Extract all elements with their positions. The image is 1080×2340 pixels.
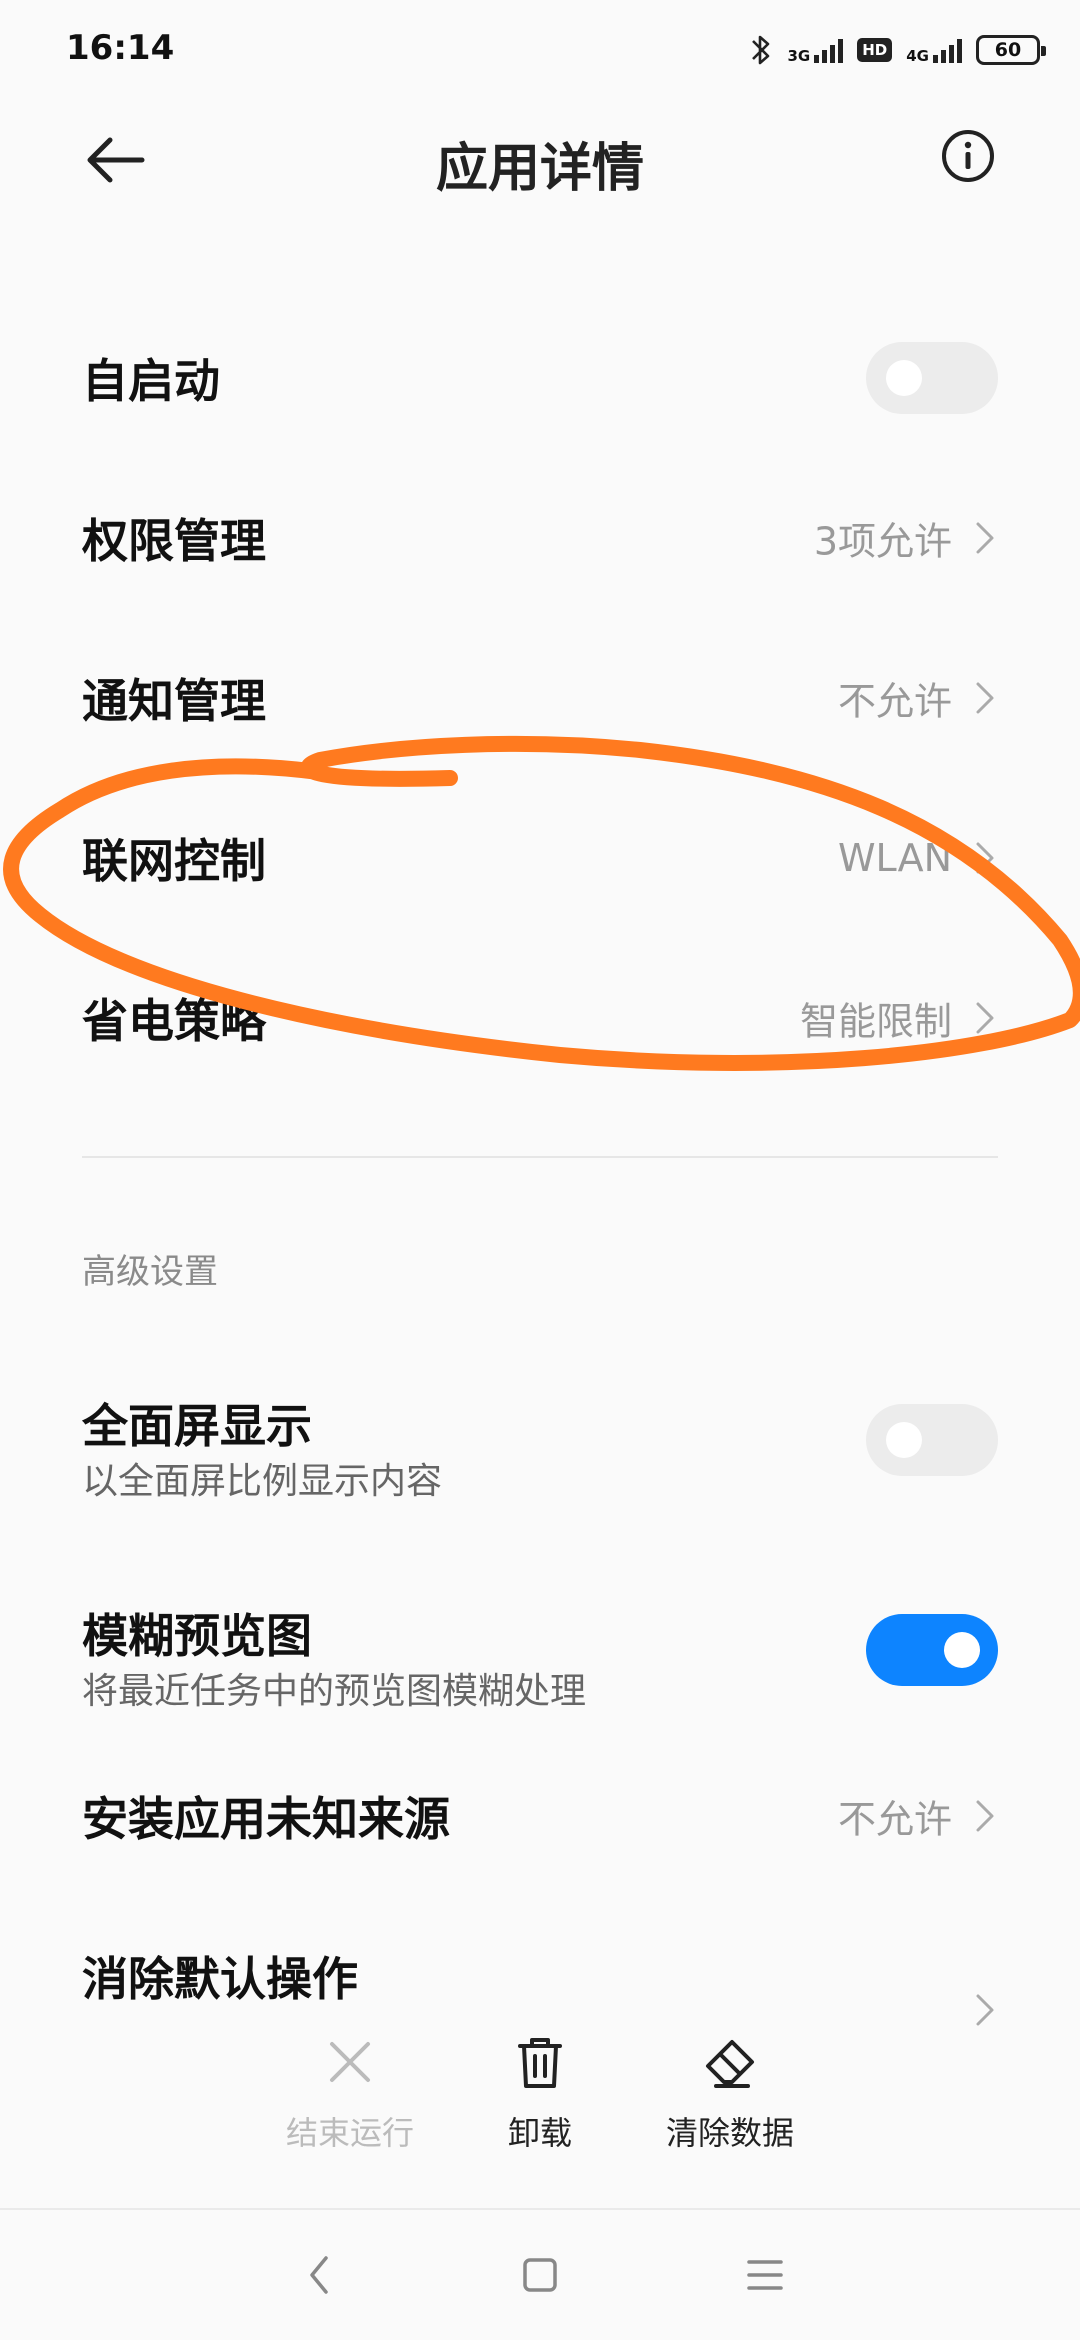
row-label: 模糊预览图 [82, 1609, 312, 1663]
page-title: 应用详情 [435, 139, 644, 199]
status-icons: 3G HD 4G 60 [749, 28, 1046, 72]
clear-data-button[interactable]: 清除数据 [620, 2030, 840, 2154]
chevron-right-icon [976, 682, 994, 714]
section-title-advanced: 高级设置 [82, 1252, 218, 1292]
row-label: 通知管理 [82, 674, 266, 728]
row-value: 智能限制 [799, 999, 952, 1044]
uninstall-button[interactable]: 卸载 [430, 2030, 650, 2154]
chevron-right-icon [976, 1002, 994, 1034]
row-unknown-sources[interactable]: 安装应用未知来源 不允许 [0, 1756, 1080, 1876]
row-label: 安装应用未知来源 [82, 1792, 450, 1846]
nav-menu-icon[interactable] [735, 2250, 795, 2300]
signal-bars-icon [933, 37, 962, 63]
row-label: 全面屏显示 [82, 1399, 312, 1453]
row-autostart[interactable]: 自启动 [0, 318, 1080, 438]
battery-icon: 60 [976, 35, 1046, 65]
hd-badge: HD [857, 38, 893, 62]
action-label: 清除数据 [665, 2114, 794, 2152]
signal-bars-icon [814, 37, 844, 63]
action-label: 结束运行 [285, 2114, 414, 2152]
status-time: 16:14 [66, 28, 175, 68]
navigation-bar [0, 2210, 1080, 2340]
status-bar: 16:14 3G HD 4G 60 [0, 0, 1080, 100]
row-value: WLAN [837, 836, 952, 880]
chevron-right-icon [976, 842, 994, 874]
row-permissions[interactable]: 权限管理 3项允许 [0, 478, 1080, 598]
bluetooth-icon [752, 35, 770, 65]
force-stop-button[interactable]: 结束运行 [240, 2030, 460, 2154]
row-label: 消除默认操作 [82, 1952, 358, 2006]
chevron-right-icon [976, 1800, 994, 1832]
row-value: 不允许 [837, 1797, 952, 1842]
row-label: 自启动 [82, 354, 220, 408]
row-subtitle: 以全面屏比例显示内容 [82, 1461, 443, 1502]
action-label: 卸载 [507, 2114, 572, 2152]
row-label: 权限管理 [82, 514, 266, 568]
row-network-control[interactable]: 联网控制 WLAN [0, 798, 1080, 918]
row-subtitle: 将最近任务中的预览图模糊处理 [82, 1671, 587, 1712]
signal-3g: 3G [787, 37, 844, 65]
close-x-icon [330, 2042, 370, 2082]
row-notifications[interactable]: 通知管理 不允许 [0, 638, 1080, 758]
row-power-strategy[interactable]: 省电策略 智能限制 [0, 958, 1080, 1078]
nav-home-icon[interactable] [510, 2250, 570, 2300]
row-value: 不允许 [837, 679, 952, 724]
battery-level: 60 [994, 39, 1022, 61]
signal-4g: 4G [906, 37, 962, 65]
trash-icon [518, 2038, 562, 2088]
autostart-toggle[interactable] [866, 342, 998, 414]
row-fullscreen[interactable]: 全面屏显示 以全面屏比例显示内容 [0, 1360, 1080, 1520]
toggle-knob [886, 360, 922, 396]
header: 应用详情 [0, 100, 1080, 220]
chevron-right-icon [976, 1994, 994, 2026]
row-label: 联网控制 [82, 834, 266, 888]
chevron-right-icon [976, 522, 994, 554]
fullscreen-toggle[interactable] [866, 1404, 998, 1476]
nav-back-icon[interactable] [290, 2250, 350, 2300]
info-circle-icon[interactable] [940, 128, 996, 184]
network-label-1: 3G [787, 47, 811, 65]
network-label-2: 4G [906, 47, 929, 65]
eraser-icon [706, 2040, 754, 2088]
row-clear-defaults[interactable]: 消除默认操作 [0, 1916, 1080, 2036]
row-blur-preview[interactable]: 模糊预览图 将最近任务中的预览图模糊处理 [0, 1570, 1080, 1730]
section-divider [82, 1156, 998, 1158]
blur-preview-toggle[interactable] [866, 1614, 998, 1686]
toggle-knob [886, 1422, 922, 1458]
toggle-knob [944, 1632, 980, 1668]
row-label: 省电策略 [82, 994, 266, 1048]
action-bar: 结束运行 卸载 清除数据 [0, 2030, 1080, 2190]
row-value: 3项允许 [813, 519, 952, 564]
